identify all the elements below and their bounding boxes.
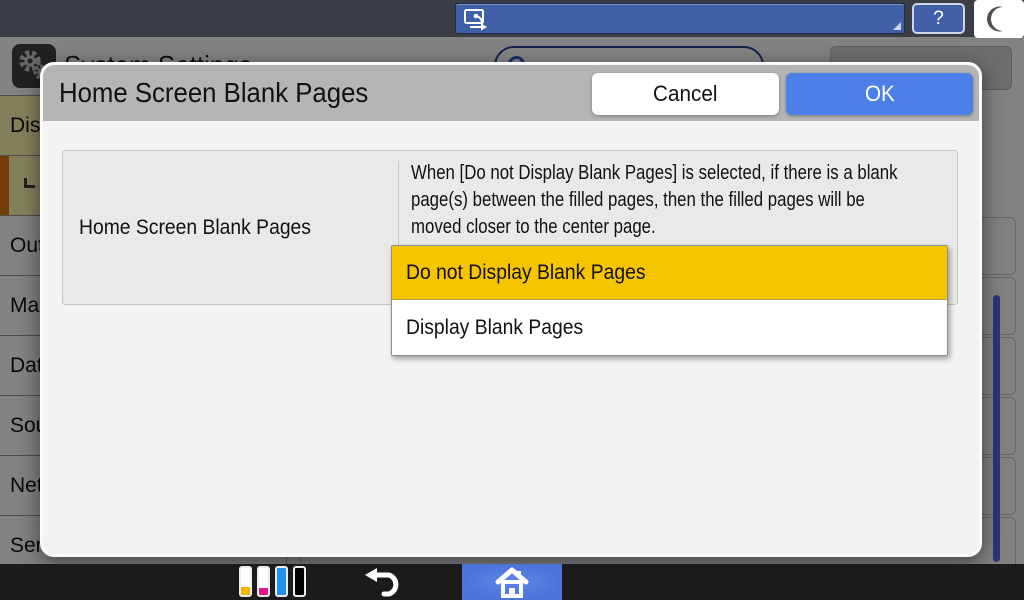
ok-button[interactable]: OK: [786, 73, 973, 115]
setting-description: When [Do not Display Blank Pages] is sel…: [411, 160, 963, 241]
toner-level-indicator: [239, 566, 306, 597]
screen-switch-button[interactable]: [455, 3, 905, 34]
home-button[interactable]: [462, 564, 562, 600]
bottom-nav-bar: [0, 564, 1024, 600]
home-icon: [491, 565, 533, 599]
option-label: Do not Display Blank Pages: [406, 261, 645, 285]
back-button[interactable]: [350, 564, 420, 600]
toner-magenta: [257, 566, 270, 597]
crescent-moon-icon: [984, 4, 1014, 34]
help-button[interactable]: ?: [912, 3, 965, 34]
dialog-header: Home Screen Blank Pages Cancel OK: [43, 65, 979, 121]
toner-black: [293, 566, 306, 597]
home-screen-blank-pages-dialog: Home Screen Blank Pages Cancel OK Home S…: [40, 62, 982, 557]
ok-button-label: OK: [865, 81, 895, 107]
sleep-mode-button[interactable]: [974, 0, 1024, 38]
option-do-not-display-blank-pages[interactable]: Do not Display Blank Pages: [392, 246, 947, 300]
screen-switch-icon: [463, 7, 491, 33]
option-display-blank-pages[interactable]: Display Blank Pages: [392, 300, 947, 355]
description-line: When [Do not Display Blank Pages] is sel…: [411, 160, 875, 187]
option-label: Display Blank Pages: [406, 316, 583, 340]
cancel-button[interactable]: Cancel: [592, 73, 779, 115]
back-arrow-icon: [362, 567, 408, 597]
top-status-bar: ?: [0, 0, 1024, 37]
description-line: moved closer to the center page.: [411, 214, 875, 241]
toner-cyan: [275, 566, 288, 597]
setting-name: Home Screen Blank Pages: [79, 151, 379, 304]
cancel-button-label: Cancel: [653, 81, 717, 107]
dialog-title: Home Screen Blank Pages: [59, 65, 368, 121]
device-screen: System Settings Disp D Out Mac Dat Sou N…: [0, 0, 1024, 600]
blank-pages-option-list: Do not Display Blank Pages Display Blank…: [391, 245, 948, 356]
toner-yellow: [239, 566, 252, 597]
description-line: page(s) between the filled pages, then t…: [411, 187, 875, 214]
